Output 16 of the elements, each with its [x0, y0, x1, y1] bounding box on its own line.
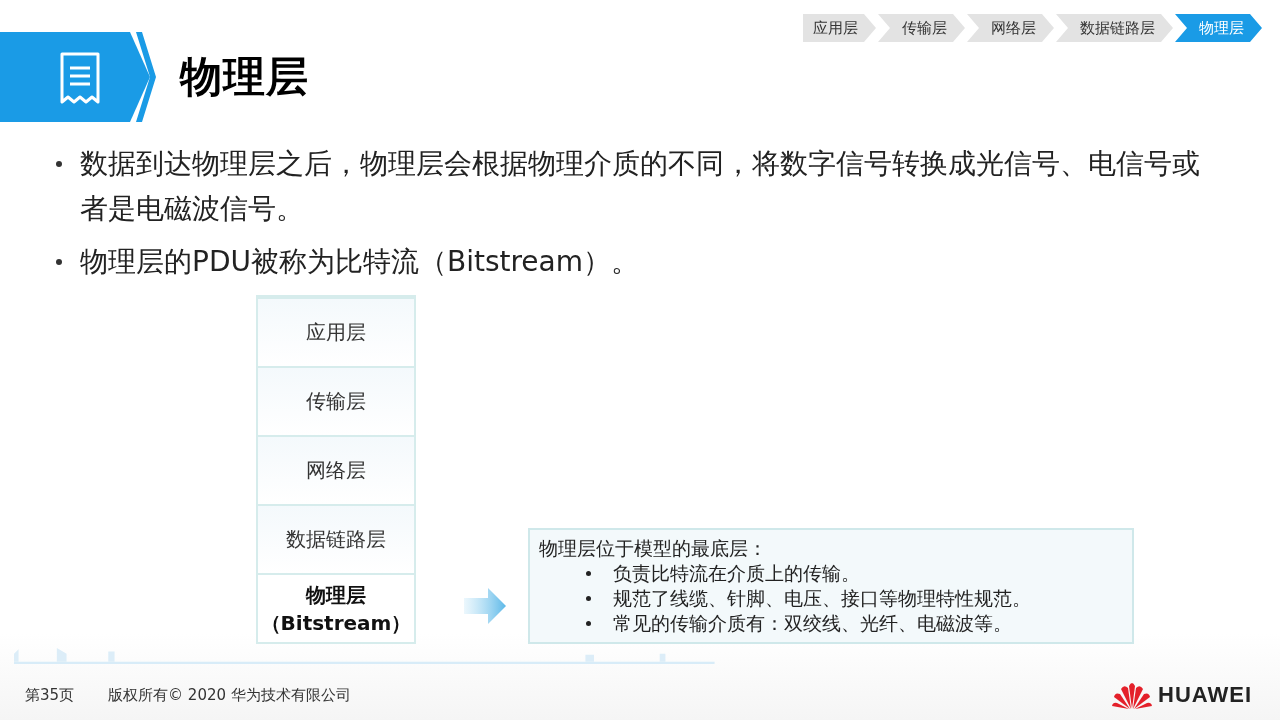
callout-item: 规范了线缆、针脚、电压、接口等物理特性规范。 — [613, 587, 1031, 611]
bullet-text: 物理层的PDU被称为比特流（Bitstream）。 — [80, 244, 641, 280]
callout-heading: 物理层位于模型的最底层： — [539, 537, 768, 561]
breadcrumb-tab[interactable]: 传输层 — [878, 14, 965, 42]
callout-item: 常见的传输介质有：双绞线、光纤、电磁波等。 — [613, 612, 1012, 636]
page-number: 第35页 — [25, 685, 75, 705]
callout-item: 负责比特流在介质上的传输。 — [613, 562, 860, 586]
layer-subtitle: （Bitstream） — [260, 609, 412, 637]
breadcrumb-tab[interactable]: 数据链路层 — [1056, 14, 1173, 42]
breadcrumb-tab[interactable]: 网络层 — [967, 14, 1054, 42]
brand-wordmark: HUAWEI — [1158, 682, 1252, 708]
layer-name: 物理层 — [306, 581, 366, 609]
breadcrumb-tab[interactable]: 应用层 — [803, 14, 876, 42]
bullet-text: 数据到达物理层之后，物理层会根据物理介质的不同，将数字信号转换成光信号、电信号或者是电磁波信号。 — [80, 146, 1201, 227]
slide-title: 物理层 — [180, 51, 309, 103]
copyright-text: 版权所有© 2020 华为技术有限公司 — [108, 685, 351, 705]
